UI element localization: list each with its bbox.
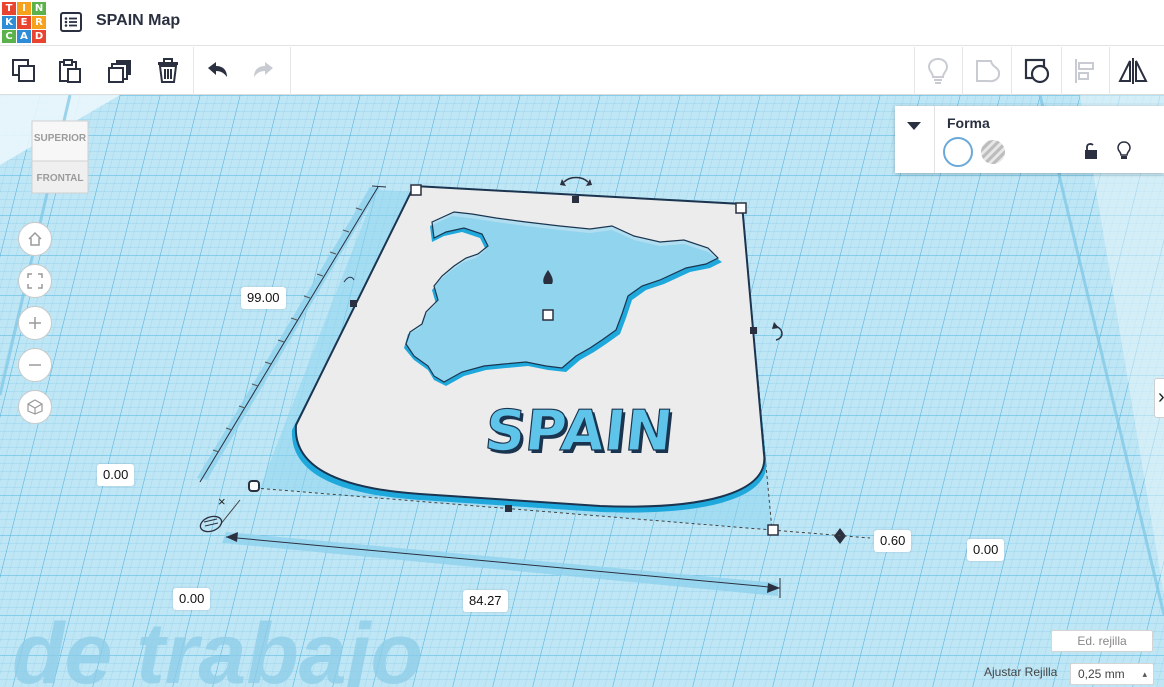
select-arrows-icon: ▴▾ xyxy=(1142,669,1147,679)
toolbar-divider xyxy=(1011,47,1012,95)
bulb-icon[interactable] xyxy=(1116,141,1132,166)
logo-letter: K xyxy=(2,16,16,29)
logo-letter: C xyxy=(2,30,16,43)
design-list-icon[interactable] xyxy=(60,11,82,33)
left-offset-input[interactable]: 0.00 xyxy=(97,464,135,486)
toolbar-divider xyxy=(290,47,291,95)
duplicate-icon[interactable] xyxy=(102,53,138,89)
toolbar-divider xyxy=(193,47,194,95)
light-icon[interactable] xyxy=(920,53,956,89)
home-view-button[interactable] xyxy=(18,222,52,256)
fit-icon xyxy=(27,273,43,289)
redo-icon[interactable] xyxy=(246,53,282,89)
logo-letter: A xyxy=(17,30,31,43)
snap-grid-select[interactable]: 0,25 mm ▴▾ xyxy=(1070,663,1154,685)
hole-button[interactable] xyxy=(981,140,1005,164)
zoom-out-icon xyxy=(29,364,41,366)
logo-letter: N xyxy=(32,2,46,15)
logo-letter: I xyxy=(17,2,31,15)
svg-text:SUPERIOR: SUPERIOR xyxy=(34,133,87,144)
perspective-icon xyxy=(27,399,43,415)
width-dimension-input[interactable]: 84.27 xyxy=(463,590,508,612)
paste-icon[interactable] xyxy=(52,53,88,89)
perspective-button[interactable] xyxy=(18,390,52,424)
toolbar-divider xyxy=(1109,47,1110,95)
logo-letter: T xyxy=(2,2,16,15)
thickness-input[interactable]: 0.60 xyxy=(874,530,912,552)
solid-color-button[interactable] xyxy=(943,137,973,167)
edit-toolbar xyxy=(0,47,1164,95)
logo-letter: R xyxy=(32,16,46,29)
bottom-offset-input[interactable]: 0.00 xyxy=(173,588,211,610)
right-offset-input[interactable]: 0.00 xyxy=(967,539,1005,561)
fit-view-button[interactable] xyxy=(18,264,52,298)
height-dimension-input[interactable]: 99.00 xyxy=(241,287,286,309)
tinkercad-logo[interactable]: T I N K E R C A D xyxy=(0,0,46,44)
snap-grid-value: 0,25 mm xyxy=(1078,667,1125,681)
top-bar: T I N K E R C A D SPAIN Map xyxy=(0,0,1164,46)
edit-grid-button[interactable]: Ed. rejilla xyxy=(1051,630,1153,652)
snap-grid-label: Ajustar Rejilla xyxy=(984,665,1058,679)
panel-title: Forma xyxy=(947,115,990,131)
delete-icon[interactable] xyxy=(150,53,186,89)
home-icon xyxy=(28,231,42,246)
zoom-in-button[interactable] xyxy=(18,306,52,340)
toolbar-divider xyxy=(962,47,963,95)
toolbar-divider xyxy=(1061,47,1062,95)
group-shape-icon[interactable] xyxy=(970,53,1006,89)
side-panel-toggle[interactable]: › xyxy=(1154,378,1164,418)
logo-letter: E xyxy=(17,16,31,29)
view-cube[interactable]: SUPERIOR FRONTAL xyxy=(26,119,92,204)
copy-icon[interactable] xyxy=(6,53,42,89)
embossed-text[interactable]: SPAIN SPAIN xyxy=(480,395,720,465)
design-title[interactable]: SPAIN Map xyxy=(96,12,180,30)
ungroup-icon[interactable] xyxy=(1019,53,1055,89)
shape-inspector: Forma xyxy=(895,106,1164,173)
svg-text:FRONTAL: FRONTAL xyxy=(36,173,83,184)
undo-icon[interactable] xyxy=(199,53,235,89)
zoom-out-button[interactable] xyxy=(18,348,52,382)
panel-divider xyxy=(934,106,935,173)
svg-text:SPAIN: SPAIN xyxy=(482,399,676,464)
workplane[interactable]: de trabajo × SPAIN SPAIN 99.00 0.00 0.00… xyxy=(0,95,1164,687)
unlock-icon[interactable] xyxy=(1083,142,1099,165)
mirror-icon[interactable] xyxy=(1115,53,1151,89)
align-icon[interactable] xyxy=(1067,53,1103,89)
logo-letter: D xyxy=(32,30,46,43)
collapse-caret-icon[interactable] xyxy=(907,122,921,130)
zoom-in-icon xyxy=(29,317,41,329)
toolbar-divider xyxy=(914,47,915,95)
